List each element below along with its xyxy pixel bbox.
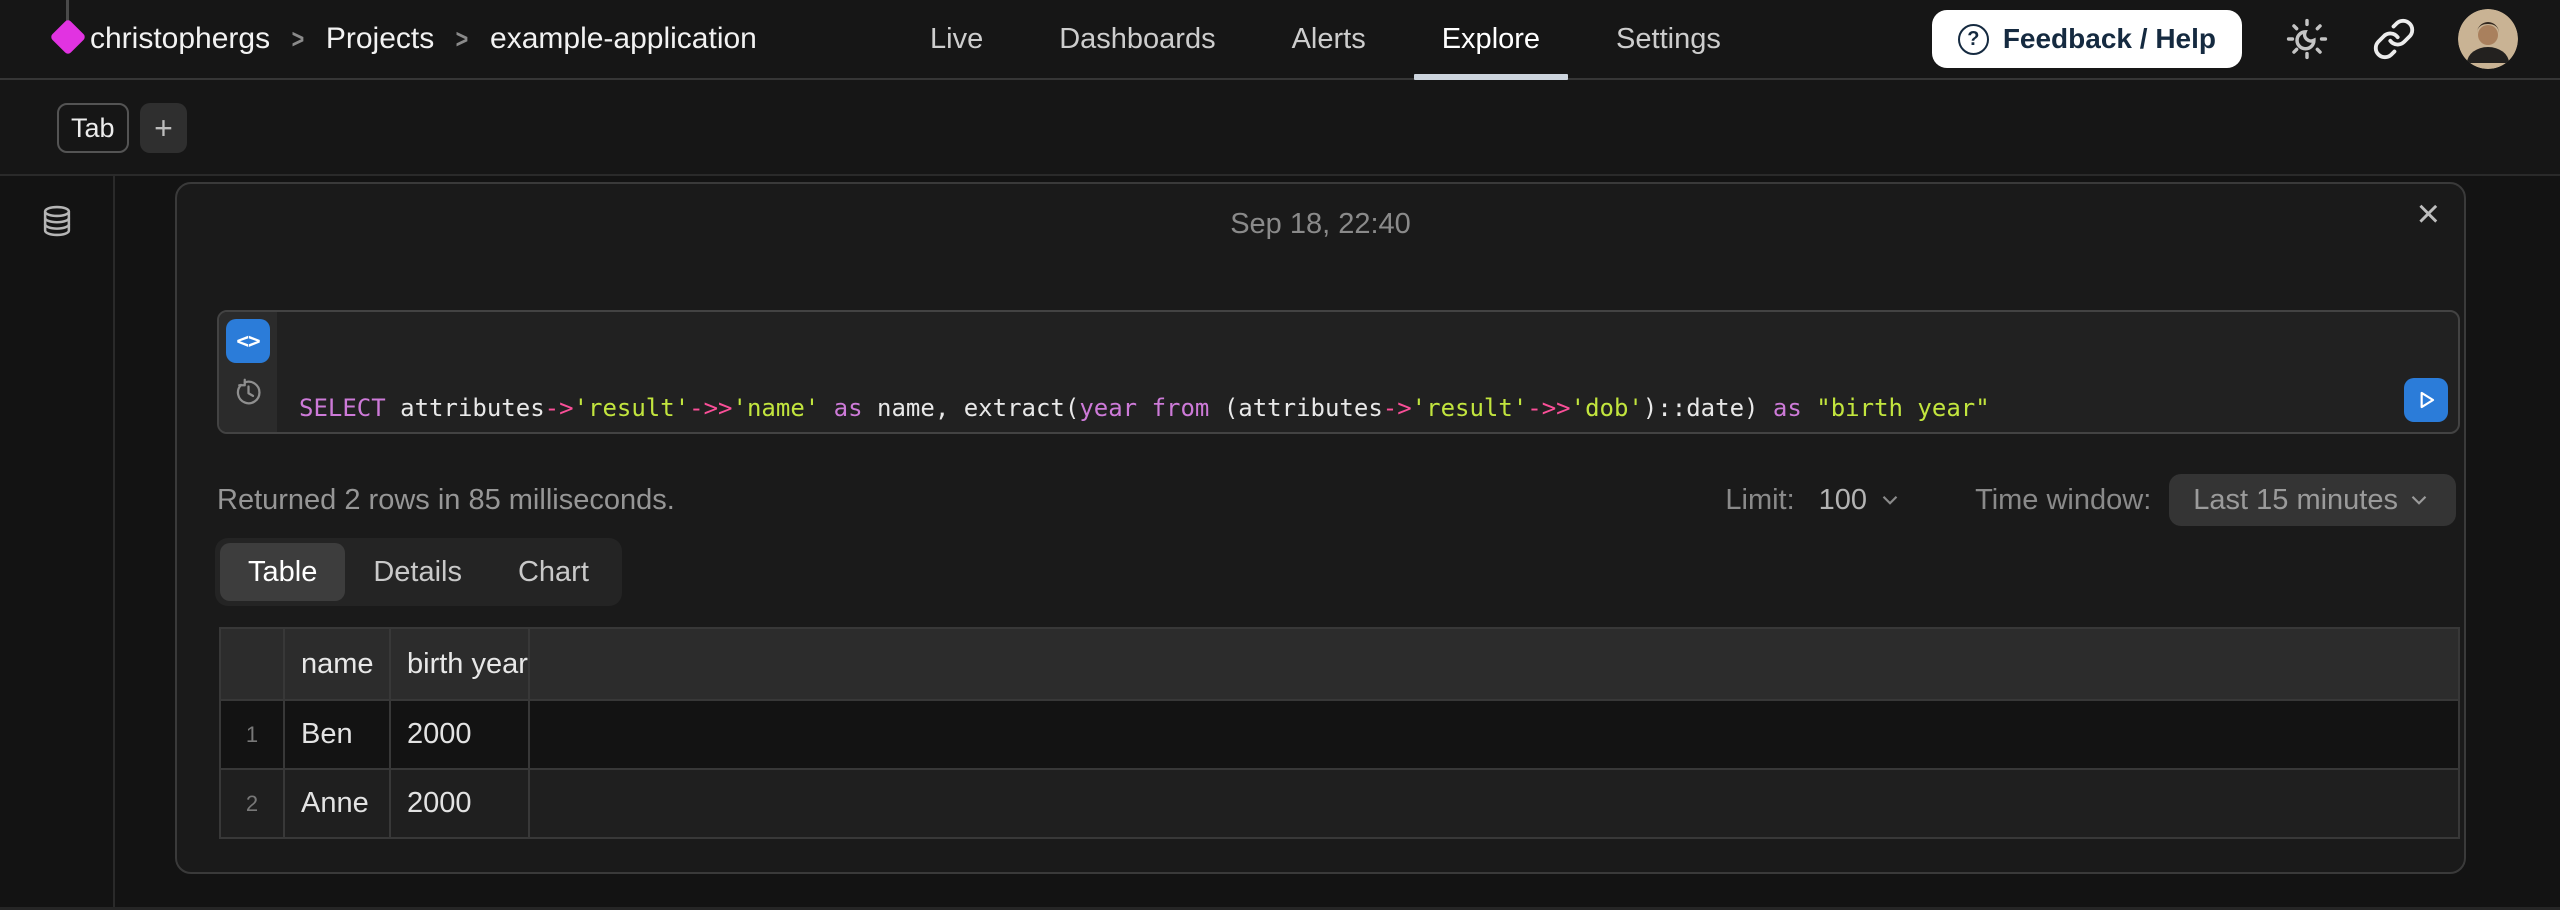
link-icon[interactable]: [2372, 17, 2416, 61]
tab-chip[interactable]: Tab: [57, 103, 129, 153]
results-table: name birth year 1 Ben 2000 2 Anne 2000: [219, 627, 2460, 839]
database-icon[interactable]: [38, 202, 76, 240]
left-sidebar: [0, 176, 115, 910]
chevron-down-icon: [2406, 487, 2432, 513]
avatar[interactable]: [2458, 9, 2518, 69]
top-bar: christophergs > Projects > example-appli…: [0, 0, 2560, 80]
column-header-empty: [529, 628, 2459, 700]
limit-value: 100: [1819, 484, 1867, 517]
tab-details[interactable]: Details: [345, 543, 490, 601]
cell-birth-year[interactable]: 2000: [390, 769, 529, 838]
result-summary: Returned 2 rows in 85 milliseconds.: [217, 484, 675, 517]
feedback-help-button[interactable]: ? Feedback / Help: [1932, 10, 2242, 68]
result-meta-row: Returned 2 rows in 85 milliseconds. Limi…: [217, 478, 2456, 522]
question-circle-icon: ?: [1958, 24, 1989, 55]
close-icon[interactable]: ×: [2417, 194, 2440, 234]
cell-empty: [529, 769, 2459, 838]
run-query-button[interactable]: [2404, 378, 2448, 422]
row-number: 1: [220, 700, 284, 769]
main-nav: Live Dashboards Alerts Explore Settings: [930, 0, 1721, 78]
row-number-header: [220, 628, 284, 700]
table-header-row: name birth year: [220, 628, 2459, 700]
sql-code[interactable]: SELECT attributes->'result'->>'name' as …: [277, 312, 2458, 432]
breadcrumb-org[interactable]: christophergs: [90, 22, 270, 56]
table-row[interactable]: 2 Anne 2000: [220, 769, 2459, 838]
breadcrumb-projects[interactable]: Projects: [326, 22, 434, 56]
nav-alerts[interactable]: Alerts: [1292, 0, 1366, 78]
row-number: 2: [220, 769, 284, 838]
limit-dropdown[interactable]: 100: [1819, 484, 1903, 517]
add-tab-button[interactable]: +: [140, 103, 187, 153]
chevron-down-icon: [1877, 487, 1903, 513]
nav-explore-label: Explore: [1442, 23, 1540, 56]
history-icon[interactable]: [233, 377, 263, 407]
view-tabs: Table Details Chart: [215, 538, 622, 606]
time-window-dropdown[interactable]: Last 15 minutes: [2169, 474, 2456, 526]
nav-dashboards[interactable]: Dashboards: [1059, 0, 1215, 78]
sql-editor[interactable]: <> SELECT attributes->'result'->>'name' …: [217, 310, 2460, 434]
cell-name[interactable]: Ben: [284, 700, 390, 769]
top-right-cluster: ? Feedback / Help: [1932, 0, 2518, 78]
time-window-label: Time window:: [1975, 484, 2151, 517]
breadcrumb: christophergs > Projects > example-appli…: [90, 0, 757, 78]
feedback-help-label: Feedback / Help: [2003, 23, 2216, 55]
breadcrumb-separator: >: [292, 24, 305, 55]
time-window-value: Last 15 minutes: [2193, 484, 2398, 517]
limit-label: Limit:: [1725, 484, 1794, 517]
tab-bar: Tab +: [0, 80, 2560, 176]
query-timestamp: Sep 18, 22:40: [177, 208, 2464, 241]
query-controls: Limit: 100 Time window: Last 15 minutes: [1725, 474, 2456, 526]
code-mode-button[interactable]: <>: [226, 319, 270, 363]
brand-logo-diamond-icon[interactable]: [50, 19, 87, 56]
nav-explore[interactable]: Explore: [1442, 0, 1540, 78]
table-row[interactable]: 1 Ben 2000: [220, 700, 2459, 769]
cell-name[interactable]: Anne: [284, 769, 390, 838]
query-panel: Sep 18, 22:40 × <> SELECT attributes->'r…: [175, 182, 2466, 874]
nav-settings[interactable]: Settings: [1616, 0, 1721, 78]
tab-chart[interactable]: Chart: [490, 543, 617, 601]
cell-birth-year[interactable]: 2000: [390, 700, 529, 769]
column-header-name[interactable]: name: [284, 628, 390, 700]
column-header-birth-year[interactable]: birth year: [390, 628, 529, 700]
theme-toggle-icon[interactable]: [2284, 16, 2330, 62]
breadcrumb-project-name[interactable]: example-application: [490, 22, 757, 56]
sql-line-1: SELECT attributes->'result'->>'name' as …: [299, 391, 2458, 425]
cell-empty: [529, 700, 2459, 769]
nav-live[interactable]: Live: [930, 0, 983, 78]
tab-table[interactable]: Table: [220, 543, 345, 601]
breadcrumb-separator: >: [456, 24, 469, 55]
editor-gutter: <>: [219, 312, 277, 432]
